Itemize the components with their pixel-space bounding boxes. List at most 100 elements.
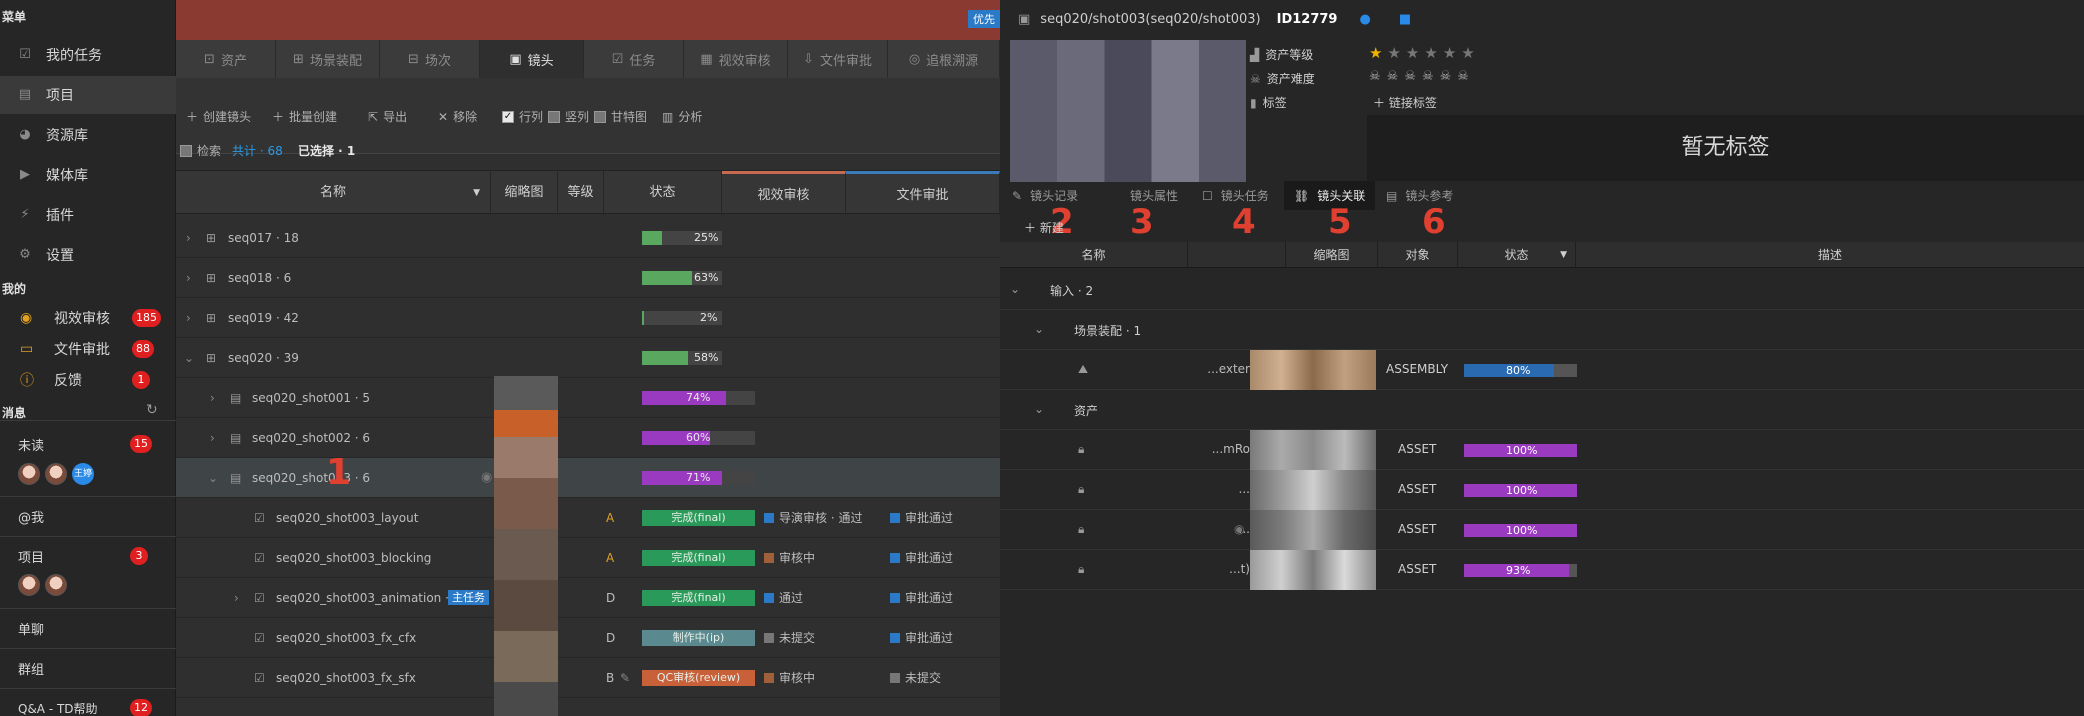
table-row[interactable]: ☑ seq020_shot003_fx_cfx D 制作中(ip) 未提交 审批… <box>176 618 1000 658</box>
status-pill[interactable]: 制作中(ip) <box>642 630 755 646</box>
skull-icon[interactable]: ☠ <box>1404 69 1416 84</box>
sidebar-item-plugins[interactable]: ⚡ 插件 <box>0 196 176 234</box>
qa-row[interactable]: Q&A - TD帮助 12 <box>0 698 176 716</box>
sidebar-feedback[interactable]: ⓘ 反馈 1 <box>0 368 176 392</box>
star-icon[interactable]: ★ <box>1406 44 1419 62</box>
folder-icon[interactable]: ■ <box>1399 12 1411 27</box>
rating-stars[interactable]: ★ ★ ★ ★ ★ ★ <box>1369 44 1480 62</box>
col-name[interactable]: 名称 ▼ <box>176 171 491 215</box>
single-chat-row[interactable]: 单聊 <box>0 618 176 638</box>
chevron-right-icon[interactable]: › <box>210 378 215 418</box>
chevron-right-icon[interactable]: › <box>186 218 191 258</box>
group-row-scene[interactable]: ⌄ 场景装配 · 1 <box>1000 310 2084 350</box>
search-toggle[interactable]: 检索 <box>180 142 221 159</box>
table-row[interactable]: › ⊞ seq017 · 18 25% <box>176 218 1000 258</box>
create-shot-button[interactable]: ＋ 创建镜头 <box>186 108 251 125</box>
file-status[interactable]: 未提交 <box>890 658 941 698</box>
star-icon[interactable]: ★ <box>1443 44 1456 62</box>
group-row[interactable]: 群组 <box>0 658 176 678</box>
vfx-status[interactable]: 审核中 <box>764 538 815 578</box>
table-row-selected[interactable]: ⌄ ▤ seq020_shot003 · 6 ◉ 71% <box>176 458 1000 498</box>
skull-icon[interactable]: ☠ <box>1387 69 1399 84</box>
export-button[interactable]: ⇱ 导出 <box>368 108 407 125</box>
status-pill[interactable]: QC审核(review) <box>642 670 755 686</box>
col-vfx-review[interactable]: 视效审核 <box>722 171 846 215</box>
vfx-status[interactable]: 导演审核 · 通过 <box>764 498 862 538</box>
table-row[interactable]: › ⊞ seq019 · 42 2% <box>176 298 1000 338</box>
col-status[interactable]: 状态 <box>604 171 722 215</box>
status-pill[interactable]: 完成(final) <box>642 510 755 526</box>
chat-icon[interactable]: ● <box>1359 12 1370 27</box>
chevron-down-icon[interactable]: ⌄ <box>1010 282 1020 296</box>
group-row-asset[interactable]: ⌄ 资产 <box>1000 390 2084 430</box>
chevron-right-icon[interactable]: › <box>210 418 215 458</box>
table-row[interactable]: ☑ seq020_shot003_layout A 完成(final) 导演审核… <box>176 498 1000 538</box>
list-item[interactable]: 🔒︎ ... ASSET 100% <box>1000 470 2084 510</box>
skull-icon[interactable]: ☠ <box>1440 69 1452 84</box>
analyze-button[interactable]: ▥ 分析 <box>662 108 702 125</box>
star-icon[interactable]: ★ <box>1387 44 1400 62</box>
avatar[interactable]: 王婷 <box>72 463 94 485</box>
skull-icon[interactable]: ☠ <box>1457 69 1469 84</box>
avatar[interactable] <box>45 463 67 485</box>
eye-icon[interactable]: ◉ <box>481 458 492 498</box>
file-status[interactable]: 审批通过 <box>890 538 953 578</box>
col-description[interactable]: 描述 <box>1576 242 2084 268</box>
skull-icon[interactable]: ☠ <box>1422 69 1434 84</box>
refresh-icon[interactable]: ↻ <box>146 402 158 418</box>
tab-assets[interactable]: ⊡ 资产 <box>176 40 276 78</box>
col-file-approval[interactable]: 文件审批 <box>846 171 1000 215</box>
at-me-row[interactable]: @我 <box>0 506 176 526</box>
star-icon[interactable]: ★ <box>1461 44 1474 62</box>
table-row[interactable]: › ▤ seq020_shot002 · 6 60% <box>176 418 1000 458</box>
list-item[interactable]: 🔒︎ ... ◉ ASSET 100% <box>1000 510 2084 550</box>
star-icon[interactable]: ★ <box>1369 44 1382 62</box>
tab-sequence[interactable]: ⊟ 场次 <box>380 40 480 78</box>
tab-scene-assembly[interactable]: ⊞ 场景装配 <box>276 40 380 78</box>
star-icon[interactable]: ★ <box>1424 44 1437 62</box>
list-item[interactable]: 🔒︎ ...mRo ASSET 100% <box>1000 430 2084 470</box>
tab-vfx-review[interactable]: ▦ 视效审核 <box>684 40 788 78</box>
table-row[interactable]: ☑ seq020_shot003_blocking A 完成(final) 审核… <box>176 538 1000 578</box>
row-col-toggle[interactable]: ✓ 行列 <box>502 108 543 125</box>
priority-badge[interactable]: 优先 <box>968 10 1000 28</box>
column-toggle[interactable]: 竖列 <box>548 108 589 125</box>
table-row[interactable]: ☑ seq020_shot003_fx_sfx B ✎ QC审核(review)… <box>176 658 1000 698</box>
status-pill[interactable]: 完成(final) <box>642 550 755 566</box>
col-grade[interactable]: 等级 <box>558 171 604 215</box>
gantt-toggle[interactable]: 甘特图 <box>594 108 647 125</box>
col-thumbnail[interactable]: 缩略图 <box>1286 242 1378 268</box>
file-status[interactable]: 审批通过 <box>890 578 953 618</box>
list-item[interactable]: 🔒︎ ...t) ASSET 93% <box>1000 550 2084 590</box>
col-name[interactable]: 名称 <box>1000 242 1188 268</box>
project-msg-row[interactable]: 项目 3 <box>0 546 176 566</box>
col-object[interactable]: 对象 <box>1378 242 1458 268</box>
table-row[interactable]: ⌄ ⊞ seq020 · 39 58% <box>176 338 1000 378</box>
sidebar-item-media[interactable]: ▶ 媒体库 <box>0 156 176 194</box>
vfx-status[interactable]: 通过 <box>764 578 803 618</box>
sidebar-file-approval[interactable]: ▭ 文件审批 88 <box>0 337 176 361</box>
sidebar-item-resource[interactable]: ◕ 资源库 <box>0 116 176 154</box>
unread-row[interactable]: 未读 15 <box>0 434 176 454</box>
table-row[interactable] <box>176 698 1000 716</box>
vfx-status[interactable]: 未提交 <box>764 618 815 658</box>
eye-icon[interactable]: ◉ <box>1234 522 1244 536</box>
list-item[interactable]: ⛰ ...exter ASSEMBLY 80% <box>1000 350 2084 390</box>
avatar[interactable] <box>45 574 67 596</box>
tab-trace[interactable]: ◎ 追根溯源 <box>888 40 1000 78</box>
chevron-down-icon[interactable]: ⌄ <box>208 458 218 498</box>
skull-icon[interactable]: ☠ <box>1369 69 1381 84</box>
group-row-input[interactable]: ⌄ 输入 · 2 <box>1000 270 2084 310</box>
tab-file-approval[interactable]: ⇩ 文件审批 <box>788 40 888 78</box>
col-thumbnail[interactable]: 缩略图 <box>491 171 558 215</box>
batch-create-button[interactable]: ＋ 批量创建 <box>272 108 337 125</box>
chevron-down-icon[interactable]: ⌄ <box>184 338 194 378</box>
remove-button[interactable]: ✕ 移除 <box>438 108 477 125</box>
table-row[interactable]: › ▤ seq020_shot001 · 5 74% <box>176 378 1000 418</box>
difficulty-skulls[interactable]: ☠ ☠ ☠ ☠ ☠ ☠ <box>1369 69 1475 84</box>
chevron-right-icon[interactable]: › <box>186 298 191 338</box>
link-tag-button[interactable]: ＋ 链接标签 <box>1373 94 1437 111</box>
sidebar-item-settings[interactable]: ⚙ 设置 <box>0 236 176 274</box>
add-relation-button[interactable]: ＋ 新建 <box>1024 219 1064 236</box>
edit-icon[interactable]: ✎ <box>620 658 630 698</box>
